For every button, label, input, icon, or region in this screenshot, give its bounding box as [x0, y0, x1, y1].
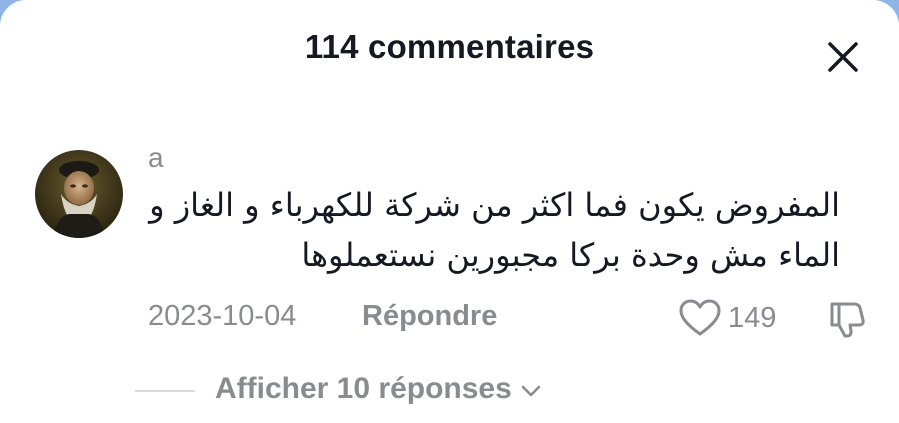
view-replies-label: Afficher 10 réponses: [215, 372, 512, 405]
comments-sheet: 114 commentaires a المفروض يكون فما اكثر…: [0, 0, 899, 423]
reply-button[interactable]: Répondre: [362, 300, 497, 333]
comment-username[interactable]: a: [148, 142, 164, 174]
heart-icon: [679, 299, 721, 336]
replies-divider: [135, 390, 195, 392]
comment-date: 2023-10-04: [148, 300, 297, 332]
avatar[interactable]: [35, 150, 123, 238]
close-icon: [828, 42, 858, 72]
comment-text: المفروض يكون فما اكثر من شركة للكهرباء و…: [140, 180, 840, 280]
like-count: 149: [728, 301, 777, 334]
view-replies-button[interactable]: Afficher 10 réponses: [215, 372, 542, 406]
comment-text-line-1: المفروض يكون فما اكثر من شركة للكهرباء و…: [149, 186, 840, 224]
dislike-button[interactable]: [824, 296, 868, 340]
comment-text-line-2: الماء مش وحدة بركا مجبورين نستعملوها: [301, 236, 840, 274]
chevron-down-icon: [521, 385, 541, 397]
comments-title: 114 commentaires: [304, 28, 595, 65]
close-button[interactable]: [820, 34, 868, 82]
like-button[interactable]: 149: [678, 296, 776, 340]
thumbs-down-icon: [830, 302, 865, 338]
